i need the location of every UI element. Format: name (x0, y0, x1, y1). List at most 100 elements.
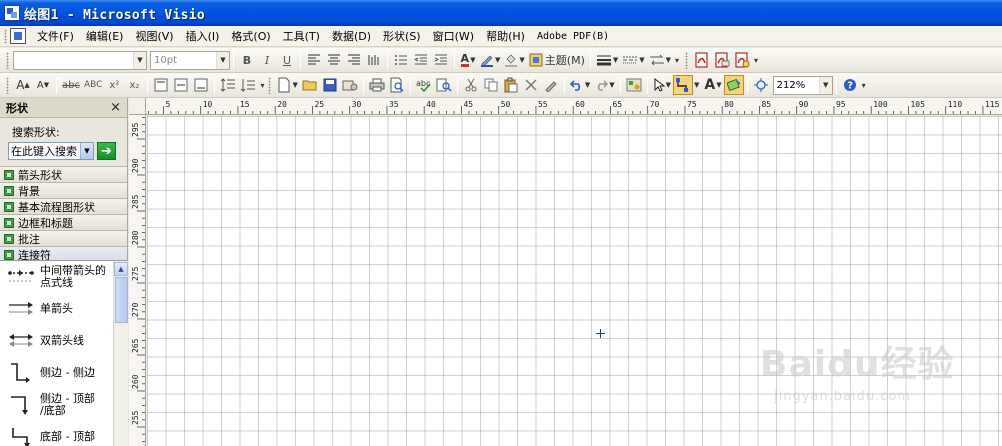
line-ends-button[interactable]: ▼ (647, 50, 673, 70)
toolbar-grip-handle[interactable] (685, 51, 689, 69)
toolbar-overflow-icon[interactable]: ▾ (862, 81, 866, 90)
spelling-button[interactable]: abc (414, 75, 434, 95)
menu-edit[interactable]: 编辑(E) (80, 26, 130, 46)
superscript-button[interactable]: x² (104, 75, 124, 95)
connection-point-tool-button[interactable] (723, 75, 744, 95)
search-shapes-input[interactable]: 在此键入搜索 ▼ (8, 142, 94, 160)
toolbar-grip-handle[interactable] (6, 51, 9, 69)
menu-window[interactable]: 窗口(W) (427, 26, 480, 46)
theme-button[interactable]: 主题(M) (527, 50, 587, 70)
shape-item[interactable]: 侧边 - 侧边 (0, 357, 113, 389)
shapes-window-button[interactable] (624, 75, 644, 95)
chevron-down-icon[interactable]: ▼ (818, 76, 832, 94)
decrease-font-size-button[interactable]: A ▼ (33, 75, 53, 95)
menu-file[interactable]: 文件(F) (31, 26, 80, 46)
pointer-tool-button[interactable]: ▼ (651, 75, 673, 95)
toolbar-overflow-icon[interactable]: ▾ (675, 56, 679, 65)
search-go-button[interactable]: ➔ (97, 142, 116, 160)
visio-app-icon[interactable] (4, 5, 20, 21)
bullets-button[interactable] (391, 50, 411, 70)
increase-indent-button[interactable] (431, 50, 451, 70)
toolbar-overflow-icon[interactable]: ▾ (754, 56, 758, 65)
shape-item[interactable]: 底部 - 顶部 (0, 421, 113, 446)
bold-button[interactable]: B (237, 50, 257, 70)
toolbar-grip-handle[interactable] (268, 76, 272, 94)
menu-format[interactable]: 格式(O) (225, 26, 276, 46)
font-name-combo[interactable]: ▼ (13, 50, 147, 70)
shape-item[interactable]: 侧边 - 顶部/底部 (0, 389, 113, 421)
stencil-borders-titles[interactable]: 边框和标题 (0, 214, 127, 230)
font-color-button[interactable]: A ▼ (458, 50, 478, 70)
increase-spacing-button[interactable] (218, 75, 238, 95)
chevron-down-icon[interactable]: ▼ (613, 56, 618, 64)
save-button[interactable] (320, 75, 340, 95)
document-icon[interactable] (10, 28, 26, 44)
menu-shape[interactable]: 形状(S) (377, 26, 427, 46)
pdf-convert-button[interactable] (692, 50, 712, 70)
subscript-button[interactable]: x₂ (124, 75, 144, 95)
chevron-down-icon[interactable]: ▼ (292, 81, 297, 89)
chevron-down-icon[interactable]: ▼ (519, 56, 524, 64)
help-button[interactable]: ? (840, 75, 860, 95)
zoom-combo[interactable]: 212% ▼ (772, 75, 833, 95)
line-pattern-button[interactable]: ▼ (620, 50, 646, 70)
undo-button[interactable]: ▼ (568, 75, 592, 95)
toolbar-overflow-icon[interactable]: ▾ (260, 81, 264, 90)
pdf-email-button[interactable] (712, 50, 732, 70)
toolbar-grip-handle[interactable] (6, 76, 9, 94)
font-size-combo[interactable]: 10pt ▼ (150, 50, 230, 70)
chevron-down-icon[interactable]: ▼ (470, 56, 475, 64)
strikethrough-button[interactable]: abc (60, 75, 82, 95)
underline-button[interactable]: U (277, 50, 297, 70)
redo-button[interactable]: ▼ (592, 75, 616, 95)
print-preview-button[interactable] (387, 75, 407, 95)
print-button[interactable] (367, 75, 387, 95)
menu-tools[interactable]: 工具(T) (277, 26, 326, 46)
decrease-spacing-button[interactable] (238, 75, 258, 95)
line-weight-button[interactable]: ▼ (594, 50, 620, 70)
align-left-button[interactable] (304, 50, 324, 70)
text-block-bottom-button[interactable] (191, 75, 211, 95)
chevron-down-icon[interactable]: ▼ (609, 81, 614, 89)
horizontal-ruler[interactable]: 5 10 15 20 25 30 35 40 45 50 55 60 65 70 75 80 85 90 95 100… (146, 98, 1002, 115)
align-center-button[interactable] (324, 50, 344, 70)
shapes-panel-header[interactable]: 形状 × (0, 98, 127, 118)
shape-item[interactable]: 单箭头 (0, 293, 113, 325)
small-caps-button[interactable]: ABC (82, 75, 104, 95)
pan-zoom-button[interactable] (751, 75, 771, 95)
cut-button[interactable] (461, 75, 481, 95)
permission-button[interactable] (340, 75, 360, 95)
chevron-down-icon[interactable]: ▼ (716, 81, 721, 89)
stencil-backgrounds[interactable]: 背景 (0, 182, 127, 198)
format-painter-button[interactable] (541, 75, 561, 95)
stencil-scrollbar[interactable]: ▲ (113, 261, 128, 446)
paste-button[interactable] (501, 75, 521, 95)
vertical-ruler[interactable]: 295 290 285 280 275 270 265 260 255 (129, 115, 146, 446)
open-button[interactable] (300, 75, 320, 95)
drawing-canvas[interactable] (147, 116, 1002, 446)
shape-item[interactable]: 双箭头线 (0, 325, 113, 357)
close-icon[interactable]: × (110, 100, 121, 115)
text-tool-button[interactable]: A ▼ (702, 75, 723, 95)
chevron-down-icon[interactable]: ▼ (666, 56, 671, 64)
justify-button[interactable] (364, 50, 384, 70)
delete-button[interactable] (521, 75, 541, 95)
line-color-button[interactable]: ▼ (478, 50, 502, 70)
chevron-down-icon[interactable]: ▼ (694, 81, 699, 89)
decrease-indent-button[interactable] (411, 50, 431, 70)
shape-item[interactable]: 中间带箭头的 点式线 (0, 261, 113, 293)
menu-adobe-pdf[interactable]: Adobe PDF(B) (531, 29, 615, 44)
stencil-arrow-shapes[interactable]: 箭头形状 (0, 166, 127, 182)
chevron-down-icon[interactable]: ▼ (80, 143, 93, 159)
scroll-thumb[interactable] (115, 277, 128, 323)
chevron-down-icon[interactable]: ▼ (666, 81, 671, 89)
chevron-down-icon[interactable]: ▼ (639, 56, 644, 64)
stencil-callouts[interactable]: 批注 (0, 230, 127, 246)
menu-view[interactable]: 视图(V) (129, 26, 179, 46)
menu-insert[interactable]: 插入(I) (180, 26, 226, 46)
text-block-top-button[interactable] (151, 75, 171, 95)
scroll-up-icon[interactable]: ▲ (114, 262, 128, 276)
ruler-corner[interactable] (129, 98, 146, 115)
new-button[interactable]: ▼ (275, 75, 299, 95)
italic-button[interactable]: I (257, 50, 277, 70)
